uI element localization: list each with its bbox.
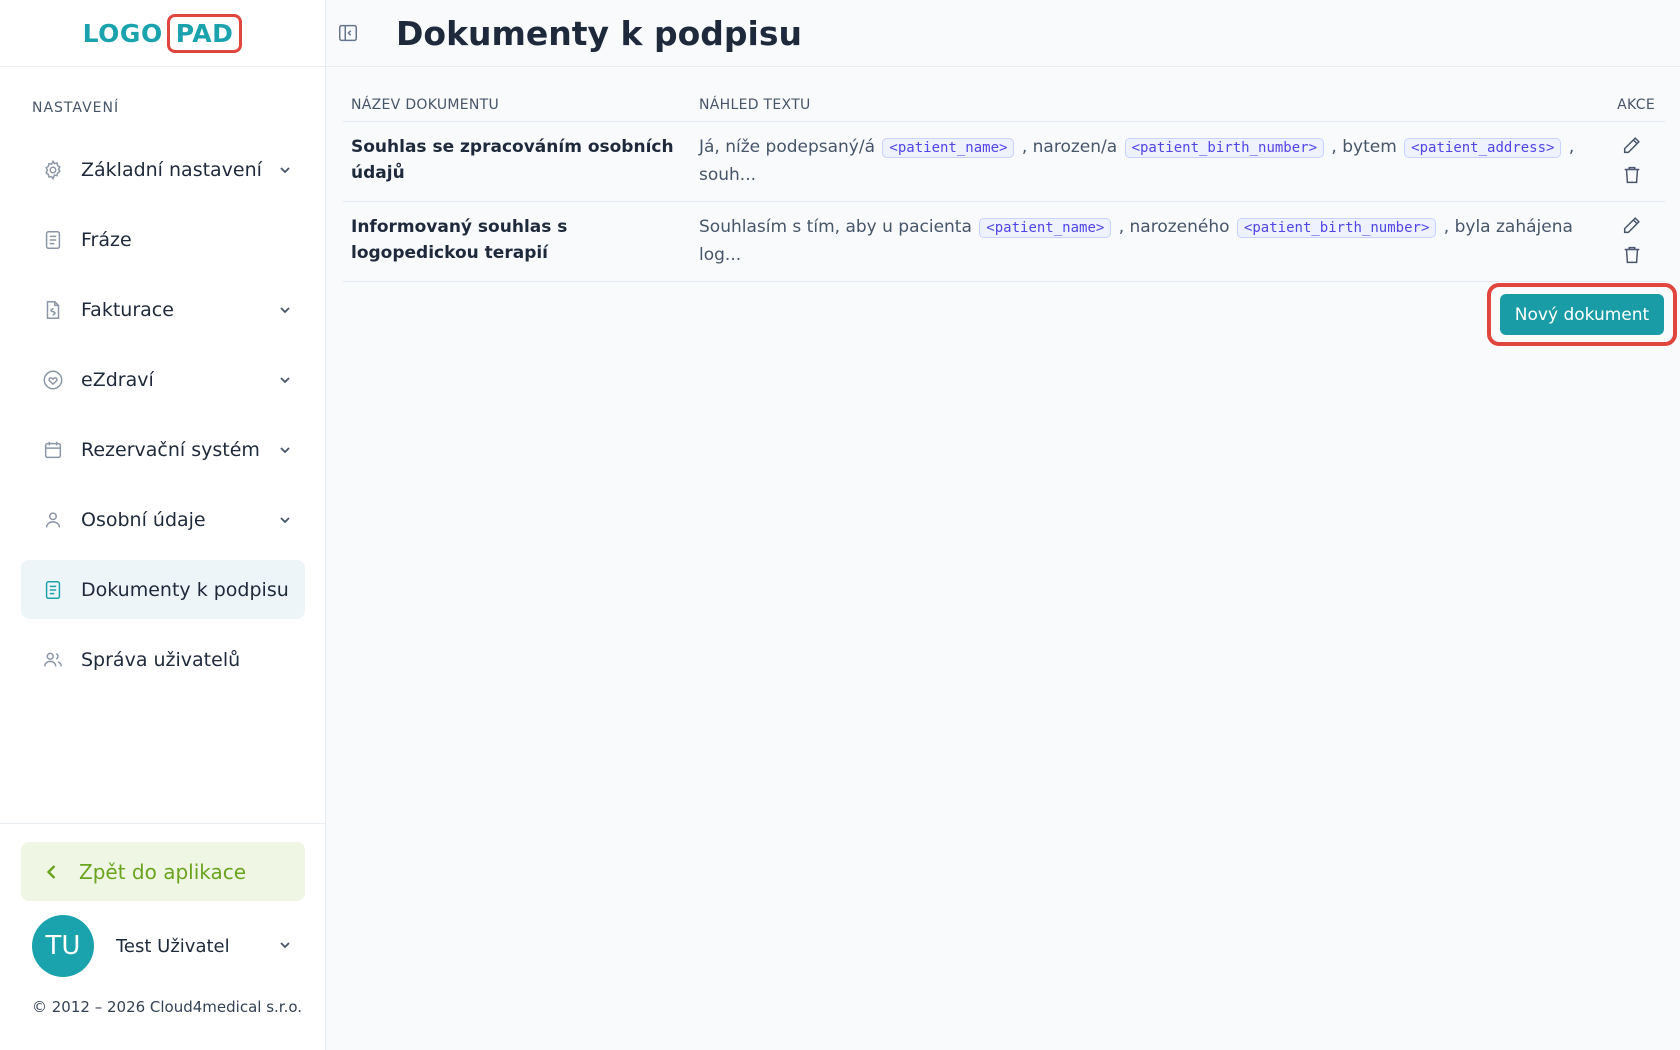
chevron-down-icon: [265, 513, 305, 527]
document-icon: [41, 228, 65, 252]
chevron-down-icon: [278, 937, 292, 956]
sidebar-item-label: eZdraví: [81, 368, 154, 391]
section-title: NASTAVENÍ: [32, 100, 120, 116]
chevron-down-icon: [265, 303, 305, 317]
document-name: Souhlas se zpracováním osobních údajů: [351, 137, 674, 183]
back-to-app-label: Zpět do aplikace: [79, 859, 247, 884]
row-actions: [1605, 134, 1665, 189]
users-icon: [41, 648, 65, 672]
back-to-app-button[interactable]: Zpět do aplikace: [21, 842, 305, 901]
placeholder-tag: <patient_address>: [1404, 138, 1562, 158]
avatar: TU: [32, 915, 94, 977]
placeholder-tag: <patient_name>: [979, 218, 1112, 238]
sidebar: LOGO PAD NASTAVENÍ Základní nastavení Fr…: [0, 0, 326, 1050]
preview-text: , bytem: [1326, 137, 1403, 157]
chevron-left-icon: [46, 864, 56, 879]
table-row[interactable]: Informovaný souhlas s logopedickou terap…: [343, 202, 1665, 282]
document-icon: [41, 578, 65, 602]
sidebar-item-label: Základní nastavení: [81, 158, 262, 181]
page-title: Dokumenty k podpisu: [396, 13, 802, 53]
sidebar-item-basic-settings[interactable]: Základní nastavení: [21, 140, 305, 199]
edit-icon[interactable]: [1621, 214, 1643, 236]
invoice-icon: [41, 298, 65, 322]
document-name: Informovaný souhlas s logopedickou terap…: [351, 217, 568, 263]
preview-text: Souhlasím s tím, aby u pacienta: [699, 217, 978, 237]
sidebar-nav: Základní nastavení Fráze Fakturace eZdra…: [21, 140, 305, 700]
sidebar-item-label: Osobní údaje: [81, 508, 206, 531]
placeholder-tag: <patient_name>: [882, 138, 1015, 158]
documents-table: NÁZEV DOKUMENTU NÁHLED TEXTU AKCE Souhla…: [343, 88, 1665, 282]
table-row[interactable]: Souhlas se zpracováním osobních údajů Já…: [343, 122, 1665, 202]
sidebar-item-label: Fakturace: [81, 298, 174, 321]
sidebar-footer: Zpět do aplikace TU Test Uživatel © 2012…: [0, 823, 326, 1016]
user-icon: [41, 508, 65, 532]
sidebar-item-reservation[interactable]: Rezervační systém: [21, 420, 305, 479]
row-actions: [1605, 214, 1665, 269]
new-document-button[interactable]: Nový dokument: [1500, 294, 1664, 335]
placeholder-tag: <patient_birth_number>: [1236, 218, 1437, 238]
sidebar-item-phrases[interactable]: Fráze: [21, 210, 305, 269]
sidebar-item-documents[interactable]: Dokumenty k podpisu: [21, 560, 305, 619]
trash-icon[interactable]: [1621, 244, 1643, 266]
sidebar-item-label: Rezervační systém: [81, 438, 260, 461]
sidebar-item-ezdravi[interactable]: eZdraví: [21, 350, 305, 409]
logo-text-right: PAD: [166, 13, 243, 53]
header: Dokumenty k podpisu: [326, 0, 1680, 67]
collapse-sidebar-icon[interactable]: [336, 21, 360, 45]
document-preview: Já, níže podepsaný/á <patient_name> , na…: [699, 134, 1605, 189]
preview-text: , narozeného: [1113, 217, 1235, 237]
chevron-down-icon: [265, 373, 305, 387]
preview-text: Já, níže podepsaný/á: [699, 137, 881, 157]
logo-bar: LOGO PAD: [0, 0, 325, 67]
copyright: © 2012 – 2026 Cloud4medical s.r.o.: [32, 998, 303, 1016]
gear-icon: [41, 158, 65, 182]
trash-icon[interactable]: [1621, 164, 1643, 186]
chevron-down-icon: [265, 163, 305, 177]
user-menu[interactable]: TU Test Uživatel: [32, 914, 292, 978]
column-header-preview: NÁHLED TEXTU: [699, 96, 811, 113]
sidebar-item-invoicing[interactable]: Fakturace: [21, 280, 305, 339]
calendar-icon: [41, 438, 65, 462]
placeholder-tag: <patient_birth_number>: [1124, 138, 1325, 158]
sidebar-item-users[interactable]: Správa uživatelů: [21, 630, 305, 689]
chevron-down-icon: [265, 443, 305, 457]
edit-icon[interactable]: [1621, 134, 1643, 156]
new-document-highlight: Nový dokument: [1487, 283, 1677, 346]
logo-text-left: LOGO: [82, 18, 163, 48]
user-name: Test Uživatel: [116, 935, 230, 957]
logo[interactable]: LOGO PAD: [82, 13, 243, 53]
sidebar-item-label: Fráze: [81, 228, 132, 251]
heart-icon: [41, 368, 65, 392]
table-header: NÁZEV DOKUMENTU NÁHLED TEXTU AKCE: [343, 88, 1665, 122]
sidebar-item-label: Dokumenty k podpisu: [81, 578, 289, 601]
document-preview: Souhlasím s tím, aby u pacienta <patient…: [699, 214, 1605, 269]
preview-text: , narozen/a: [1016, 137, 1123, 157]
sidebar-item-label: Správa uživatelů: [81, 648, 241, 671]
column-header-name: NÁZEV DOKUMENTU: [351, 96, 500, 113]
sidebar-item-personal-data[interactable]: Osobní údaje: [21, 490, 305, 549]
column-header-actions: AKCE: [1617, 96, 1655, 113]
